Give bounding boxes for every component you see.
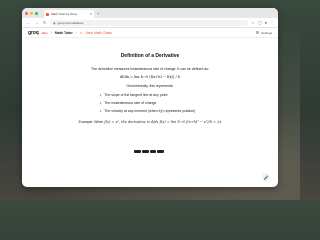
url-text: groq.com/mathtutor (57, 20, 84, 25)
favicon-icon (46, 12, 49, 16)
list-item: The velocity at any moment (when f(x) re… (100, 109, 230, 113)
maximize-window-button[interactable] (35, 11, 38, 15)
settings-label: Settings (261, 30, 272, 35)
bookmark-star-icon[interactable]: ☆ (251, 20, 255, 25)
settings-button[interactable]: ⚙ Settings (256, 30, 272, 35)
browser-toolbar-icons: ☆ ▢ ● ⋮ (251, 20, 274, 25)
main-content: Definition of a Derivative The derivativ… (22, 38, 278, 187)
reload-icon[interactable]: ↻ (42, 20, 47, 25)
url-field[interactable]: ◉ groq.com/mathtutor (50, 19, 249, 26)
list-item: The instantaneous rate of change (100, 101, 230, 105)
groq-logo[interactable]: groq (28, 30, 39, 36)
app-header: groq labs / Math Tutor / ✎ View Math Cha… (22, 28, 278, 38)
bullet-list: The slope of the tangent line at any poi… (100, 93, 230, 117)
logo-suffix: labs (41, 30, 48, 35)
gear-icon: ⚙ (255, 30, 260, 35)
chat-link-icon: ✎ (79, 30, 83, 35)
loading-dash (157, 150, 164, 153)
geometric-text: Geometrically, this represents: (126, 84, 174, 88)
browser-window: Math Tutor by Groq ✕ + ← → ↻ ◉ groq.com/… (22, 8, 278, 187)
minimize-window-button[interactable] (30, 11, 33, 15)
derivative-formula: df/dx = lim h→0 (f(x+h) − f(x)) / h (119, 75, 181, 79)
browser-titlebar: Math Tutor by Groq ✕ + (22, 8, 278, 18)
browser-menu-icon[interactable]: ⋮ (270, 20, 274, 25)
window-controls (25, 11, 38, 15)
site-info-icon[interactable]: ◉ (53, 21, 56, 25)
microphone-icon[interactable]: 🎤 (262, 173, 270, 181)
loading-dash (134, 150, 141, 153)
breadcrumb-separator: / (50, 30, 52, 35)
page-title: Definition of a Derivative (120, 53, 180, 59)
tab-title: Math Tutor by Groq (51, 12, 77, 16)
breadcrumb-app[interactable]: Math Tutor (55, 31, 73, 35)
loading-indicator (134, 150, 164, 153)
close-window-button[interactable] (25, 11, 28, 15)
intro-text: The derivative measures instantaneous ra… (91, 67, 209, 71)
tab-close-icon[interactable]: ✕ (89, 12, 92, 16)
list-item: The slope of the tangent line at any poi… (100, 93, 230, 97)
extensions-icon[interactable]: ▢ (258, 20, 262, 25)
profile-icon[interactable]: ● (265, 20, 267, 25)
browser-tab[interactable]: Math Tutor by Groq ✕ (44, 10, 94, 18)
new-tab-icon[interactable]: + (97, 11, 99, 16)
address-bar: ← → ↻ ◉ groq.com/mathtutor ☆ ▢ ● ⋮ (22, 18, 278, 28)
example-prefix: Example: When (78, 120, 104, 124)
breadcrumb-separator: / (75, 30, 77, 35)
loading-dash (141, 150, 149, 153)
example-math: f(x) = x², the derivative is d/dx f(x) =… (104, 120, 222, 124)
loading-dash (149, 150, 157, 153)
example-text: Example: When f(x) = x², the derivative … (79, 120, 222, 124)
forward-arrow-icon[interactable]: → (34, 20, 39, 25)
back-arrow-icon[interactable]: ← (26, 20, 31, 25)
breadcrumb-chats-link[interactable]: View Math Chats (85, 31, 111, 35)
